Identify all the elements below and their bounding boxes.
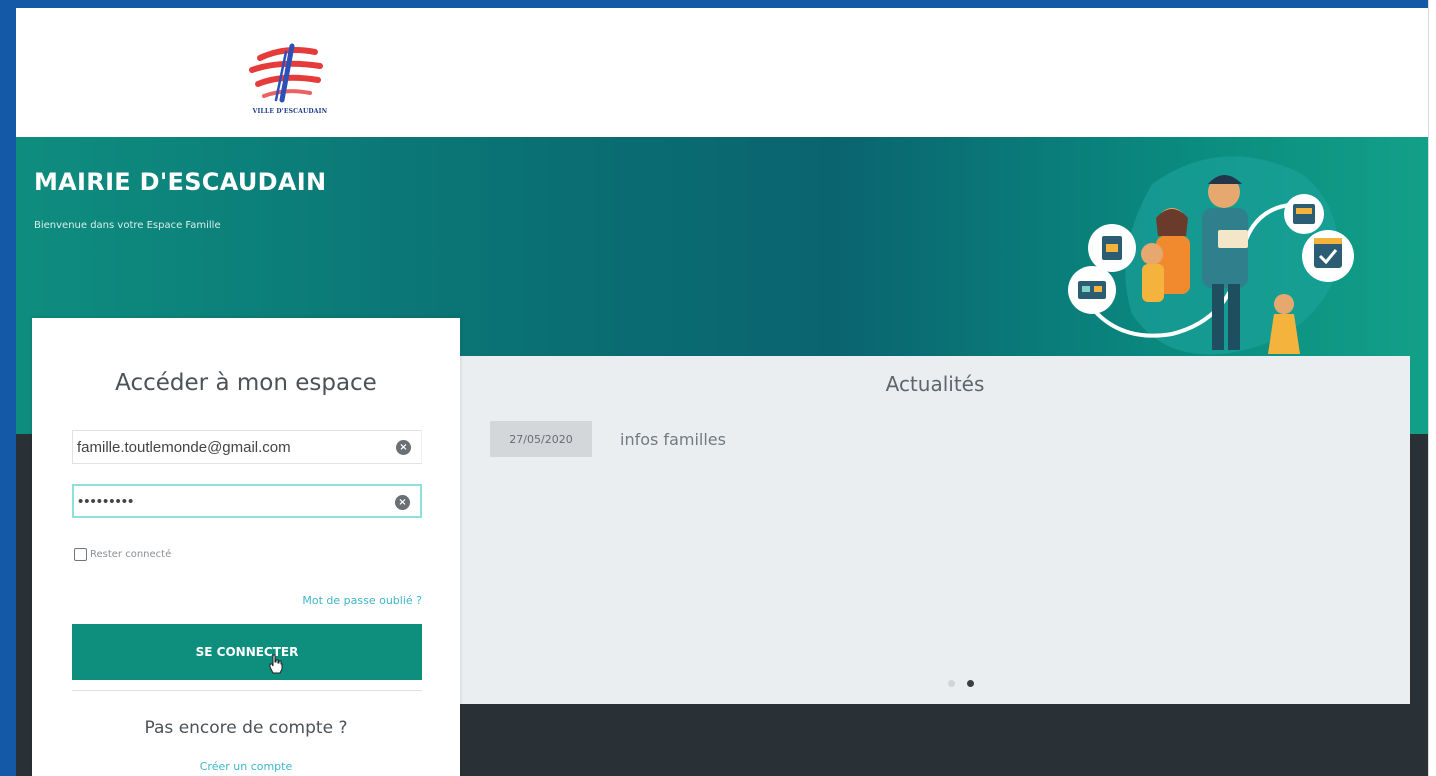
news-item-label: infos familles	[620, 429, 726, 449]
window-frame-top	[0, 0, 1436, 8]
hand-cursor-icon	[269, 654, 283, 674]
site-title: MAIRIE D'ESCAUDAIN	[34, 168, 327, 196]
logo-flag-icon	[249, 43, 323, 103]
email-field[interactable]	[73, 432, 373, 462]
family-illustration-icon	[1068, 156, 1354, 355]
page: VILLE D'ESCAUDAIN MAIRIE D'ESCAUDAIN Bie…	[16, 8, 1428, 776]
password-field[interactable]	[74, 486, 374, 516]
forgot-password-link[interactable]: Mot de passe oublié ?	[302, 594, 422, 607]
news-item[interactable]: 27/05/2020 infos familles	[490, 420, 726, 458]
header: VILLE D'ESCAUDAIN	[16, 8, 1428, 137]
carousel-dot-2[interactable]	[967, 680, 974, 687]
clear-password-icon[interactable]	[395, 495, 410, 510]
site-subtitle: Bienvenue dans votre Espace Famille	[34, 220, 221, 231]
family-services-illustration	[1052, 144, 1372, 370]
news-title: Actualités	[885, 372, 985, 396]
login-panel: Accéder à mon espace Rester connecté Mot…	[32, 318, 460, 776]
create-account-link[interactable]: Créer un compte	[32, 760, 460, 773]
logo-caption: VILLE D'ESCAUDAIN	[252, 108, 328, 115]
remember-me-label: Rester connecté	[90, 549, 172, 560]
no-account-heading: Pas encore de compte ?	[144, 718, 348, 738]
login-button[interactable]: SE CONNECTER	[72, 624, 422, 680]
carousel-pagination	[948, 680, 974, 687]
town-logo[interactable]: VILLE D'ESCAUDAIN	[230, 38, 350, 122]
carousel-dot-1[interactable]	[948, 680, 955, 687]
scrollbar-track[interactable]	[1428, 0, 1436, 776]
remember-me[interactable]: Rester connecté	[74, 548, 171, 561]
email-field-wrapper	[72, 430, 422, 464]
clear-email-icon[interactable]	[396, 440, 411, 455]
divider	[72, 690, 422, 691]
news-carousel: Actualités 27/05/2020 infos familles	[460, 356, 1410, 704]
window-frame-left	[0, 0, 16, 776]
password-field-wrapper	[72, 484, 422, 518]
news-date-badge: 27/05/2020	[490, 421, 592, 457]
login-title: Accéder à mon espace	[115, 370, 377, 396]
remember-me-checkbox[interactable]	[74, 548, 87, 561]
